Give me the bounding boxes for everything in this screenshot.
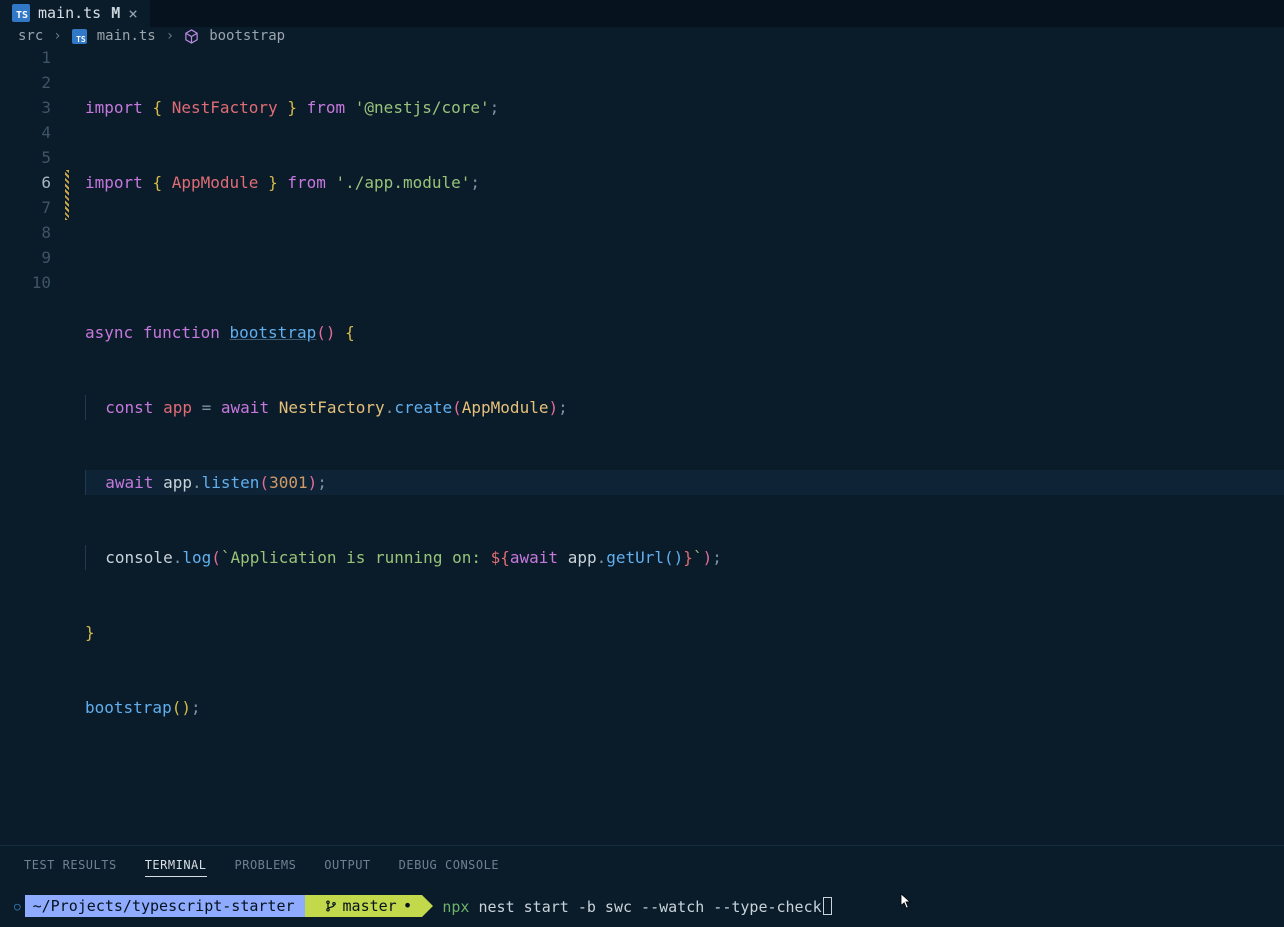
line-number: 4 bbox=[0, 120, 51, 145]
line-number: 9 bbox=[0, 245, 51, 270]
line-number: 1 bbox=[0, 45, 51, 70]
line-number-gutter: 1 2 3 4 5 6 7 8 9 10 bbox=[0, 45, 65, 845]
code-line[interactable]: } bbox=[85, 620, 1284, 645]
line-number: 7 bbox=[0, 195, 51, 220]
terminal-prompt-line[interactable]: ○ ~/Projects/typescript-starter master •… bbox=[14, 895, 1270, 917]
line-number: 2 bbox=[0, 70, 51, 95]
panel-tab-problems[interactable]: PROBLEMS bbox=[235, 858, 297, 877]
terminal-cursor bbox=[823, 897, 832, 915]
bottom-panel: TEST RESULTS TERMINAL PROBLEMS OUTPUT DE… bbox=[0, 845, 1284, 927]
code-line[interactable]: bootstrap(); bbox=[85, 695, 1284, 720]
prompt-branch: master • bbox=[305, 895, 423, 917]
tab-main-ts[interactable]: TS main.ts M × bbox=[0, 0, 151, 27]
chevron-right-icon: › bbox=[53, 28, 61, 44]
panel-tab-test-results[interactable]: TEST RESULTS bbox=[24, 858, 117, 877]
code-line[interactable] bbox=[85, 245, 1284, 270]
code-line[interactable] bbox=[85, 770, 1284, 795]
panel-tab-output[interactable]: OUTPUT bbox=[324, 858, 370, 877]
line-number-current: 6 bbox=[0, 170, 51, 195]
editor[interactable]: 1 2 3 4 5 6 7 8 9 10 import { NestFactor… bbox=[0, 45, 1284, 845]
line-number: 10 bbox=[0, 270, 51, 295]
breadcrumb-symbol[interactable]: bootstrap bbox=[209, 28, 285, 44]
panel-tab-terminal[interactable]: TERMINAL bbox=[145, 858, 207, 877]
prompt-path: ~/Projects/typescript-starter bbox=[25, 895, 305, 917]
chevron-right-icon: › bbox=[166, 28, 174, 44]
prompt-branch-name: master bbox=[343, 897, 397, 915]
code-line[interactable]: const app = await NestFactory.create(App… bbox=[85, 395, 1284, 420]
code-line[interactable]: async function bootstrap() { bbox=[85, 320, 1284, 345]
terminal[interactable]: ○ ~/Projects/typescript-starter master •… bbox=[0, 885, 1284, 927]
close-icon[interactable]: × bbox=[128, 4, 138, 23]
git-branch-icon bbox=[325, 899, 337, 913]
tab-modified-flag: M bbox=[111, 4, 120, 22]
breadcrumb: src › TS main.ts › bootstrap bbox=[0, 28, 1284, 45]
line-number: 8 bbox=[0, 220, 51, 245]
tab-filename: main.ts bbox=[38, 4, 101, 22]
line-number: 3 bbox=[0, 95, 51, 120]
panel-tab-debug-console[interactable]: DEBUG CONSOLE bbox=[399, 858, 499, 877]
panel-tabs: TEST RESULTS TERMINAL PROBLEMS OUTPUT DE… bbox=[0, 846, 1284, 885]
modified-line-marker bbox=[65, 170, 69, 220]
terminal-command[interactable]: npx nest start -b swc --watch --type-che… bbox=[442, 897, 831, 916]
code-line[interactable]: console.log(`Application is running on: … bbox=[85, 545, 1284, 570]
code-area[interactable]: import { NestFactory } from '@nestjs/cor… bbox=[71, 45, 1284, 845]
code-line-current[interactable]: await app.listen(3001); bbox=[85, 470, 1284, 495]
symbol-function-icon bbox=[184, 29, 199, 44]
code-line[interactable]: import { AppModule } from './app.module'… bbox=[85, 170, 1284, 195]
tab-bar: TS main.ts M × bbox=[0, 0, 1284, 28]
typescript-icon: TS bbox=[12, 4, 30, 22]
breadcrumb-folder[interactable]: src bbox=[18, 28, 43, 44]
line-number: 5 bbox=[0, 145, 51, 170]
breadcrumb-file[interactable]: main.ts bbox=[97, 28, 156, 44]
code-line[interactable]: import { NestFactory } from '@nestjs/cor… bbox=[85, 95, 1284, 120]
typescript-icon: TS bbox=[72, 29, 87, 44]
prompt-status-dot-icon: ○ bbox=[14, 900, 21, 913]
